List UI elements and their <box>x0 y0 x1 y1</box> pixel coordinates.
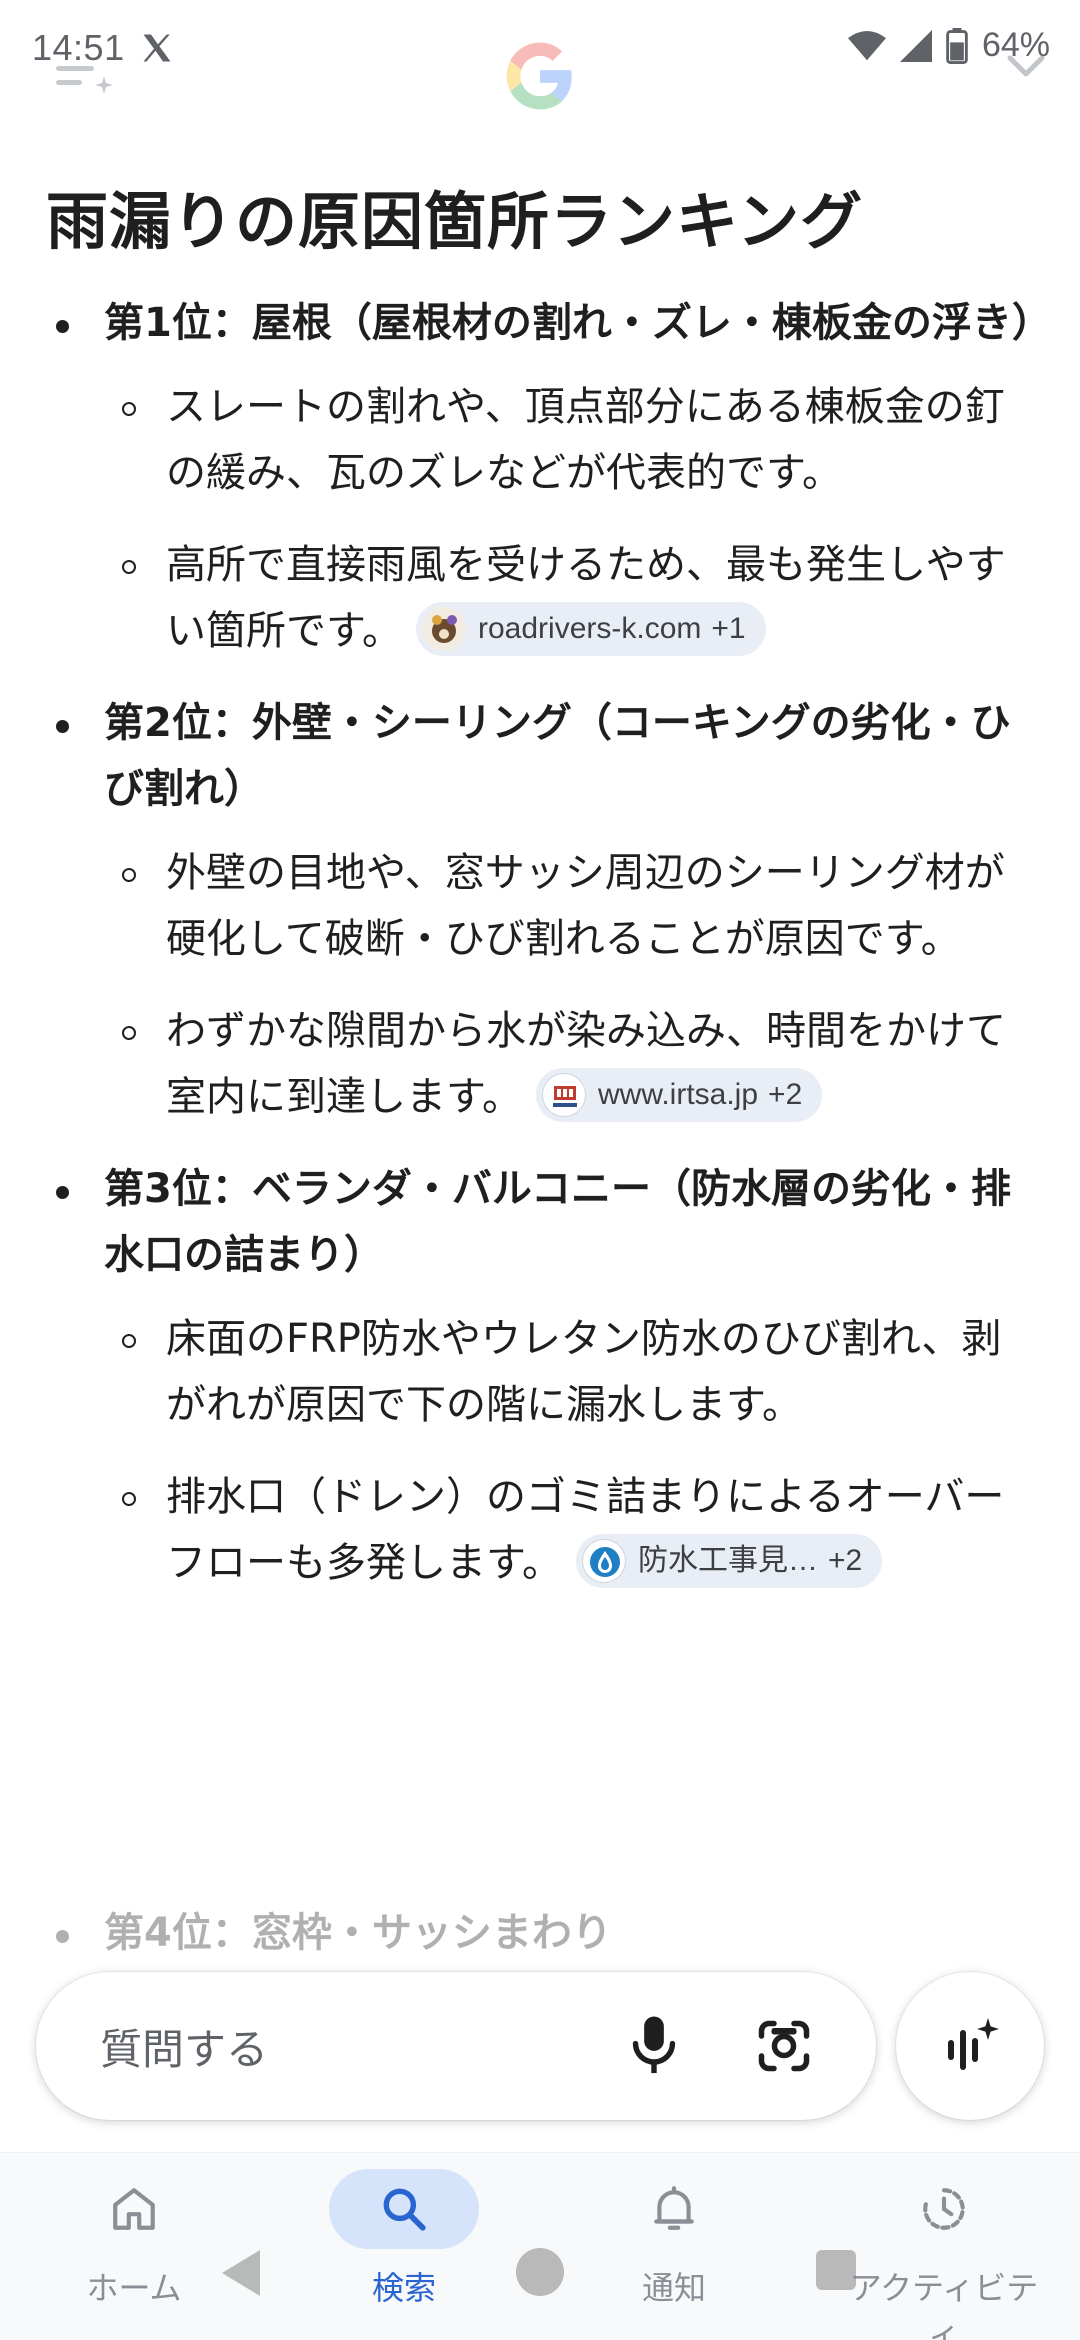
rank-heading: 第4位：窓枠・サッシまわり <box>104 1910 612 1956</box>
rank-item: 第2位：外壁・シーリング（コーキングの劣化・ひび割れ） 外壁の目地や、窓サッシ周… <box>46 690 1034 1130</box>
source-chip-count: +2 <box>828 1544 863 1577</box>
source-chip-label: 防水工事見… <box>638 1544 818 1577</box>
system-back-icon[interactable] <box>220 2248 262 2298</box>
bullet-dot <box>56 320 69 333</box>
sub-item-text: スレートの割れや、頂点部分にある棟板金の釘の緩み、瓦のズレなどが代表的です。 <box>166 384 1005 496</box>
nav-label: ホーム <box>86 2269 182 2307</box>
source-chip-count: +1 <box>711 612 746 645</box>
bullet-circle <box>122 1334 136 1348</box>
bullet-circle <box>122 402 136 416</box>
bullet-dot <box>56 720 69 733</box>
nav-item-home[interactable]: ホーム <box>34 2169 234 2329</box>
nav-label: 検索 <box>371 2269 436 2307</box>
nav-label: 通知 <box>641 2269 706 2307</box>
page-title: 雨漏りの原因箇所ランキング <box>46 185 864 258</box>
sub-item: わずかな隙間から水が染み込み、時間をかけて室内に到達します。 www.irtsa… <box>104 998 1034 1130</box>
bottom-navigation: ホーム 検索 通知 アクティビティ <box>0 2152 1080 2340</box>
sub-list: スレートの割れや、頂点部分にある棟板金の釘の緩み、瓦のズレなどが代表的です。 高… <box>104 374 1034 664</box>
bullet-dot <box>56 1930 69 1943</box>
battery-icon <box>946 27 968 64</box>
nav-item-notifications[interactable]: 通知 <box>574 2169 774 2329</box>
sub-item-text: 外壁の目地や、窓サッシ周辺のシーリング材が硬化して破断・ひび割れることが原因です… <box>166 850 1005 962</box>
system-recents-button[interactable] <box>816 2250 856 2290</box>
irtsa-site-icon <box>542 1073 586 1117</box>
bullet-dot <box>56 1186 69 1199</box>
cell-signal-icon <box>899 29 932 62</box>
ai-sparkle-voice-icon <box>948 2018 999 2070</box>
sub-list: 外壁の目地や、窓サッシ周辺のシーリング材が硬化して破断・ひび割れることが原因です… <box>104 840 1034 1130</box>
nav-item-activity[interactable]: アクティビティ <box>844 2169 1044 2340</box>
google-logo-icon <box>506 42 572 110</box>
bullet-circle <box>122 1026 136 1040</box>
bullet-circle <box>122 1492 136 1506</box>
rank-item-partial: 第4位：窓枠・サッシまわり <box>46 1900 1036 1970</box>
sub-item: スレートの割れや、頂点部分にある棟板金の釘の緩み、瓦のズレなどが代表的です。 <box>104 374 1034 506</box>
sub-item: 排水口（ドレン）のゴミ詰まりによるオーバーフローも多発します。 防水工事見… +2 <box>104 1464 1034 1596</box>
source-chip[interactable]: www.irtsa.jp +2 <box>536 1068 823 1122</box>
wifi-icon <box>847 30 886 60</box>
roadrivers-site-icon <box>422 607 466 651</box>
source-chip[interactable]: roadrivers-k.com +1 <box>416 602 766 656</box>
source-chip-count: +2 <box>768 1078 803 1111</box>
activity-icon <box>923 2188 965 2230</box>
ask-input-bar[interactable]: 質問する <box>36 1972 876 2120</box>
google-lens-icon[interactable] <box>754 2016 814 2076</box>
source-chip-label: roadrivers-k.com <box>478 612 702 645</box>
bell-icon <box>654 2186 694 2230</box>
rank-heading: 第3位：ベランダ・バルコニー（防水層の劣化・排水口の詰まり） <box>104 1166 1012 1278</box>
ask-input-placeholder[interactable]: 質問する <box>100 2016 268 2077</box>
nav-label: アクティビティ <box>849 2269 1039 2340</box>
rank-item: 第1位：屋根（屋根材の割れ・ズレ・棟板金の浮き） スレートの割れや、頂点部分にあ… <box>46 290 1052 664</box>
sub-item: 床面のFRP防水やウレタン防水のひび割れ、剥がれが原因で下の階に漏水します。 <box>104 1306 1034 1438</box>
system-home-button[interactable] <box>516 2248 564 2296</box>
ai-mode-button[interactable] <box>896 1972 1044 2120</box>
source-chip[interactable]: 防水工事見… +2 <box>576 1534 883 1588</box>
rank-item: 第3位：ベランダ・バルコニー（防水層の劣化・排水口の詰まり） 床面のFRP防水や… <box>46 1156 1034 1596</box>
rank-heading: 第1位：屋根（屋根材の割れ・ズレ・棟板金の浮き） <box>104 300 1052 346</box>
sub-item: 外壁の目地や、窓サッシ周辺のシーリング材が硬化して破断・ひび割れることが原因です… <box>104 840 1034 972</box>
rank-heading: 第2位：外壁・シーリング（コーキングの劣化・ひび割れ） <box>104 700 1011 812</box>
chevron-down-icon[interactable] <box>1002 46 1050 86</box>
microphone-icon[interactable] <box>624 2014 684 2078</box>
nav-item-search[interactable]: 検索 <box>304 2169 504 2329</box>
bullet-circle <box>122 868 136 882</box>
source-chip-label: www.irtsa.jp <box>598 1078 759 1111</box>
x-app-icon <box>143 34 171 62</box>
sub-item-text: 床面のFRP防水やウレタン防水のひび割れ、剥がれが原因で下の階に漏水します。 <box>166 1316 1002 1428</box>
sub-item: 高所で直接雨風を受けるため、最も発生しやすい箇所です。 roadrivers-k… <box>104 532 1034 664</box>
search-icon <box>383 2188 426 2231</box>
home-icon <box>113 2188 155 2230</box>
bullet-circle <box>122 560 136 574</box>
answer-content: 雨漏りの原因箇所ランキング 第1位：屋根（屋根材の割れ・ズレ・棟板金の浮き） ス… <box>0 180 1080 1960</box>
sub-list: 床面のFRP防水やウレタン防水のひび割れ、剥がれが原因で下の階に漏水します。 排… <box>104 1306 1034 1596</box>
menu-sparkle-icon[interactable] <box>56 58 118 98</box>
waterproof-drop-icon <box>582 1539 626 1583</box>
